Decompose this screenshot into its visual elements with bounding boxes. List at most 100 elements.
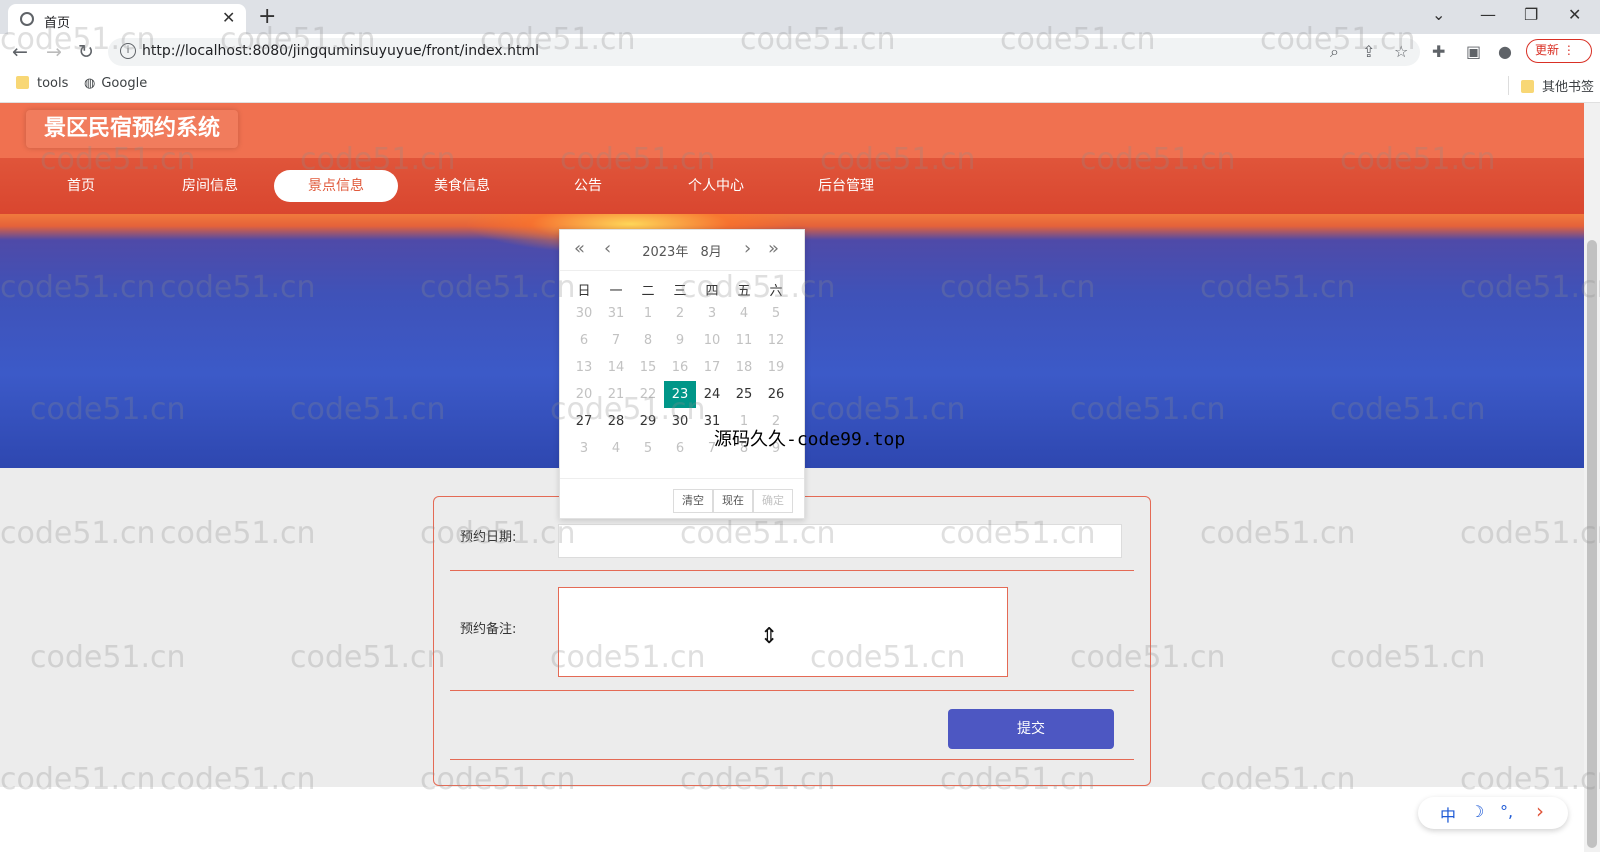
browser-tab[interactable]: 首页 ✕	[8, 4, 246, 34]
day-cell[interactable]: 4	[728, 300, 760, 327]
share-icon[interactable]: ⇪	[1362, 42, 1375, 61]
nav-notice[interactable]: 公告	[526, 170, 650, 202]
remark-textarea[interactable]	[558, 587, 1008, 677]
date-input[interactable]	[558, 524, 1122, 558]
watermark-text: code51.cn	[290, 640, 446, 675]
next-month-icon[interactable]: ›	[744, 238, 751, 259]
day-cell[interactable]: 8	[632, 327, 664, 354]
ime-arrow-icon[interactable]: ›	[1536, 799, 1544, 823]
day-cell[interactable]: 7	[600, 327, 632, 354]
sidebar-icon[interactable]: ▣	[1466, 42, 1481, 61]
now-button[interactable]: 现在	[713, 489, 753, 513]
forward-icon[interactable]: →	[46, 41, 62, 63]
day-cell[interactable]: 21	[600, 381, 632, 408]
day-cell[interactable]: 12	[760, 327, 792, 354]
day-cell[interactable]: 14	[600, 354, 632, 381]
year-label[interactable]: 2023年	[642, 245, 688, 260]
day-cell[interactable]: 3	[568, 435, 600, 462]
day-cell[interactable]: 26	[760, 381, 792, 408]
nav-profile[interactable]: 个人中心	[654, 170, 778, 202]
extensions-icon[interactable]: ✚	[1432, 42, 1445, 61]
zoom-icon[interactable]: ⌕	[1330, 42, 1339, 62]
day-cell[interactable]: 10	[696, 327, 728, 354]
close-tab-icon[interactable]: ✕	[222, 8, 235, 27]
nav-food[interactable]: 美食信息	[400, 170, 524, 202]
reload-icon[interactable]: ↻	[78, 41, 94, 63]
weekday-label: 五	[737, 284, 751, 299]
day-cell[interactable]: 16	[664, 354, 696, 381]
day-cell[interactable]: 30	[664, 408, 696, 435]
bookmark-google[interactable]: ◍ Google	[84, 76, 147, 91]
folder-icon	[1521, 80, 1534, 93]
day-cell[interactable]: 28	[600, 408, 632, 435]
restore-icon[interactable]: ❐	[1524, 5, 1538, 24]
day-cell[interactable]: 13	[568, 354, 600, 381]
address-bar[interactable]: i http://localhost:8080/jingquminsuyuyue…	[108, 38, 1420, 66]
next-year-icon[interactable]: »	[768, 238, 779, 259]
day-cell[interactable]: 6	[664, 435, 696, 462]
day-cell[interactable]: 15	[632, 354, 664, 381]
minimize-icon[interactable]: —	[1480, 5, 1496, 24]
nav-home[interactable]: 首页	[19, 170, 143, 202]
day-cell[interactable]: 23	[664, 381, 696, 408]
ime-lang[interactable]: 中	[1440, 802, 1456, 826]
day-cell[interactable]: 4	[600, 435, 632, 462]
watermark-text: code51.cn	[160, 516, 316, 551]
day-cell[interactable]: 9	[664, 327, 696, 354]
day-cell[interactable]: 11	[728, 327, 760, 354]
moon-icon[interactable]: ☽	[1470, 802, 1484, 821]
day-cell[interactable]: 20	[568, 381, 600, 408]
date-picker-footer: 清空 现在 确定	[560, 478, 804, 519]
bookmark-label: tools	[37, 76, 69, 91]
nav-admin[interactable]: 后台管理	[784, 170, 908, 202]
watermark-text: code51.cn	[0, 516, 156, 551]
nav-rooms[interactable]: 房间信息	[148, 170, 272, 202]
profile-icon[interactable]: ●	[1498, 42, 1512, 61]
day-cell[interactable]: 30	[568, 300, 600, 327]
day-cell[interactable]: 2	[664, 300, 696, 327]
info-icon[interactable]: i	[120, 43, 136, 59]
bookmark-tools[interactable]: tools	[16, 76, 68, 91]
submit-button[interactable]: 提交	[948, 709, 1114, 749]
ime-punct[interactable]: °,	[1500, 802, 1513, 821]
day-cell[interactable]: 27	[568, 408, 600, 435]
watermark-text: code51.cn	[1200, 516, 1356, 551]
watermark-text: code51.cn	[1460, 516, 1600, 551]
bookmark-label: Google	[101, 76, 148, 91]
weekday-label: 三	[673, 284, 687, 299]
overlay-watermark-text: 源码久久-code99.top	[714, 429, 906, 450]
globe-icon: ◍	[84, 76, 96, 91]
day-cell[interactable]: 31	[600, 300, 632, 327]
day-cell[interactable]: 5	[760, 300, 792, 327]
day-cell[interactable]: 6	[568, 327, 600, 354]
clear-button[interactable]: 清空	[673, 489, 713, 513]
main-nav: 首页 房间信息 景点信息 美食信息 公告 个人中心 后台管理	[0, 158, 1584, 214]
back-icon[interactable]: ←	[12, 41, 28, 63]
day-cell[interactable]: 18	[728, 354, 760, 381]
bookmarks-bar: tools ◍ Google 其他书签	[0, 70, 1600, 103]
confirm-button[interactable]: 确定	[753, 489, 793, 513]
day-cell[interactable]: 3	[696, 300, 728, 327]
day-cell[interactable]: 24	[696, 381, 728, 408]
day-cell[interactable]: 17	[696, 354, 728, 381]
day-cell[interactable]: 29	[632, 408, 664, 435]
form-divider	[450, 570, 1134, 571]
day-cell[interactable]: 25	[728, 381, 760, 408]
new-tab-icon[interactable]: +	[258, 4, 276, 29]
day-cell[interactable]: 22	[632, 381, 664, 408]
bookmark-other[interactable]: 其他书签	[1508, 76, 1594, 95]
day-cell[interactable]: 5	[632, 435, 664, 462]
window-close-icon[interactable]: ✕	[1568, 5, 1581, 24]
month-label[interactable]: 8月	[700, 245, 721, 260]
star-icon[interactable]: ☆	[1394, 42, 1408, 61]
tab-search-chevron-icon[interactable]: ⌄	[1432, 5, 1445, 24]
update-button[interactable]: 更新 ⋮	[1526, 39, 1592, 63]
ime-toolbar[interactable]: 中 ☽ °, ›	[1418, 797, 1568, 829]
day-cell[interactable]: 19	[760, 354, 792, 381]
day-cell[interactable]: 1	[632, 300, 664, 327]
weekday-label: 日	[577, 284, 591, 299]
browser-tab-bar: 首页 ✕ + ⌄ — ❐ ✕	[0, 0, 1600, 34]
nav-attractions[interactable]: 景点信息	[274, 170, 398, 202]
text-cursor-icon: ⇕	[760, 624, 779, 649]
scrollbar-thumb[interactable]	[1587, 240, 1597, 848]
